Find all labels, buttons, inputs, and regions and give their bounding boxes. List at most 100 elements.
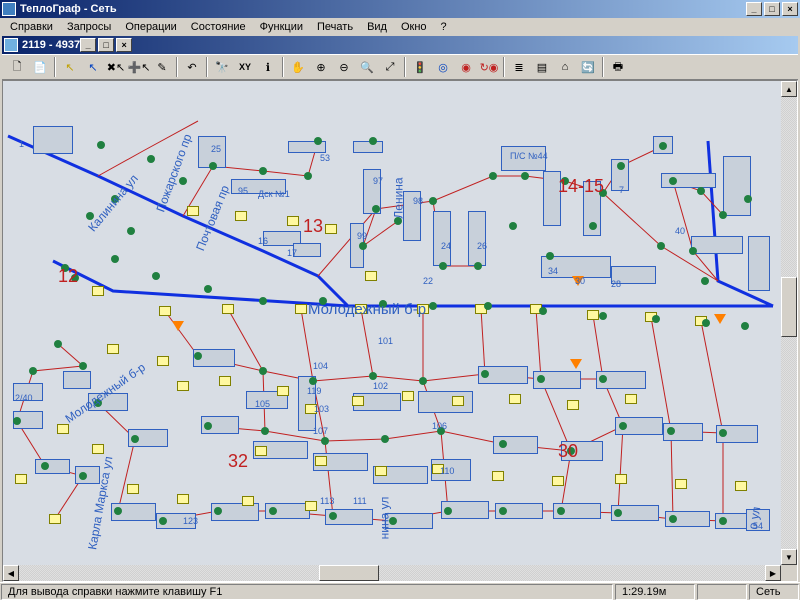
target-blue-button[interactable]: ◎ xyxy=(432,56,454,78)
scroll-thumb-v[interactable] xyxy=(781,277,797,337)
consumer-node[interactable] xyxy=(54,340,62,348)
consumer-node[interactable] xyxy=(599,312,607,320)
consumer-node[interactable] xyxy=(159,517,167,525)
consumer-node[interactable] xyxy=(214,507,222,515)
junction-node[interactable] xyxy=(219,376,231,386)
junction-node[interactable] xyxy=(287,216,299,226)
consumer-node[interactable] xyxy=(697,187,705,195)
junction-node[interactable] xyxy=(49,514,61,524)
scroll-up-button[interactable]: ▲ xyxy=(781,81,797,97)
consumer-node[interactable] xyxy=(111,255,119,263)
menu-?[interactable]: ? xyxy=(435,20,453,34)
consumer-node[interactable] xyxy=(744,195,752,203)
consumer-node[interactable] xyxy=(29,367,37,375)
consumer-node[interactable] xyxy=(131,435,139,443)
junction-node[interactable] xyxy=(492,471,504,481)
vertical-scrollbar[interactable]: ▲ ▼ xyxy=(781,81,797,565)
consumer-node[interactable] xyxy=(444,507,452,515)
traffic-light-button[interactable]: 🚦 xyxy=(409,56,431,78)
layers-1-button[interactable]: ≣ xyxy=(508,56,530,78)
consumer-node[interactable] xyxy=(537,375,545,383)
consumer-node[interactable] xyxy=(719,429,727,437)
consumer-node[interactable] xyxy=(499,507,507,515)
consumer-node[interactable] xyxy=(79,362,87,370)
junction-node[interactable] xyxy=(177,381,189,391)
consumer-node[interactable] xyxy=(381,435,389,443)
building-block[interactable] xyxy=(748,236,770,291)
layers-2-button[interactable]: ▤ xyxy=(531,56,553,78)
consumer-node[interactable] xyxy=(259,167,267,175)
scroll-down-button[interactable]: ▼ xyxy=(781,549,797,565)
building-block[interactable] xyxy=(418,391,473,413)
horizontal-scrollbar[interactable]: ◀ ▶ xyxy=(3,565,781,581)
consumer-node[interactable] xyxy=(419,377,427,385)
consumer-node[interactable] xyxy=(557,507,565,515)
building-block[interactable] xyxy=(63,371,91,389)
junction-node[interactable] xyxy=(157,356,169,366)
junction-node[interactable] xyxy=(277,386,289,396)
junction-node[interactable] xyxy=(242,496,254,506)
target-red-button[interactable]: ◉ xyxy=(455,56,477,78)
doc-maximize-button[interactable]: □ xyxy=(98,38,114,52)
zoom-extents-button[interactable]: ⤢ xyxy=(379,56,401,78)
select-arrow-plus-button[interactable]: ➕↖ xyxy=(128,56,150,78)
undo-button[interactable]: ↶ xyxy=(181,56,203,78)
consumer-node[interactable] xyxy=(509,222,517,230)
select-arrow-x-button[interactable]: ✖↖ xyxy=(105,56,127,78)
consumer-node[interactable] xyxy=(304,172,312,180)
junction-node[interactable] xyxy=(15,474,27,484)
consumer-node[interactable] xyxy=(599,375,607,383)
consumer-node[interactable] xyxy=(484,302,492,310)
zoom-window-button[interactable]: 🔍 xyxy=(356,56,378,78)
consumer-node[interactable] xyxy=(359,242,367,250)
junction-node[interactable] xyxy=(187,206,199,216)
consumer-node[interactable] xyxy=(546,252,554,260)
building-block[interactable] xyxy=(468,211,486,266)
consumer-node[interactable] xyxy=(617,162,625,170)
junction-node[interactable] xyxy=(735,481,747,491)
consumer-node[interactable] xyxy=(147,155,155,163)
scroll-left-button[interactable]: ◀ xyxy=(3,565,19,581)
consumer-node[interactable] xyxy=(719,517,727,525)
junction-node[interactable] xyxy=(57,424,69,434)
consumer-node[interactable] xyxy=(669,177,677,185)
consumer-node[interactable] xyxy=(439,262,447,270)
consumer-node[interactable] xyxy=(259,297,267,305)
menu-операции[interactable]: Операции xyxy=(119,20,182,34)
select-arrow-y-button[interactable]: ↖ xyxy=(59,56,81,78)
consumer-node[interactable] xyxy=(589,222,597,230)
consumer-node[interactable] xyxy=(269,507,277,515)
consumer-node[interactable] xyxy=(209,162,217,170)
consumer-node[interactable] xyxy=(539,307,547,315)
junction-node[interactable] xyxy=(552,476,564,486)
xy-coords-button[interactable]: XY xyxy=(234,56,256,78)
junction-node[interactable] xyxy=(222,304,234,314)
consumer-node[interactable] xyxy=(152,272,160,280)
pan-hand-button[interactable]: ✋ xyxy=(287,56,309,78)
consumer-node[interactable] xyxy=(429,197,437,205)
menu-печать[interactable]: Печать xyxy=(311,20,359,34)
consumer-node[interactable] xyxy=(614,509,622,517)
binoculars-button[interactable]: 🔭 xyxy=(211,56,233,78)
consumer-node[interactable] xyxy=(194,352,202,360)
consumer-node[interactable] xyxy=(652,315,660,323)
menu-справки[interactable]: Справки xyxy=(4,20,59,34)
zoom-out-button[interactable]: ⊖ xyxy=(333,56,355,78)
junction-node[interactable] xyxy=(587,310,599,320)
consumer-node[interactable] xyxy=(13,417,21,425)
consumer-node[interactable] xyxy=(114,507,122,515)
junction-node[interactable] xyxy=(159,306,171,316)
menu-окно[interactable]: Окно xyxy=(395,20,433,34)
consumer-node[interactable] xyxy=(429,302,437,310)
consumer-node[interactable] xyxy=(741,322,749,330)
consumer-node[interactable] xyxy=(261,427,269,435)
menu-состояние[interactable]: Состояние xyxy=(185,20,252,34)
maximize-button[interactable]: □ xyxy=(764,2,780,16)
junction-node[interactable] xyxy=(375,466,387,476)
map-canvas[interactable]: Молодежный б-рМолодежный б-рПожарского п… xyxy=(3,81,781,565)
consumer-node[interactable] xyxy=(179,177,187,185)
junction-node[interactable] xyxy=(615,474,627,484)
menu-запросы[interactable]: Запросы xyxy=(61,20,117,34)
consumer-node[interactable] xyxy=(97,141,105,149)
consumer-node[interactable] xyxy=(204,422,212,430)
